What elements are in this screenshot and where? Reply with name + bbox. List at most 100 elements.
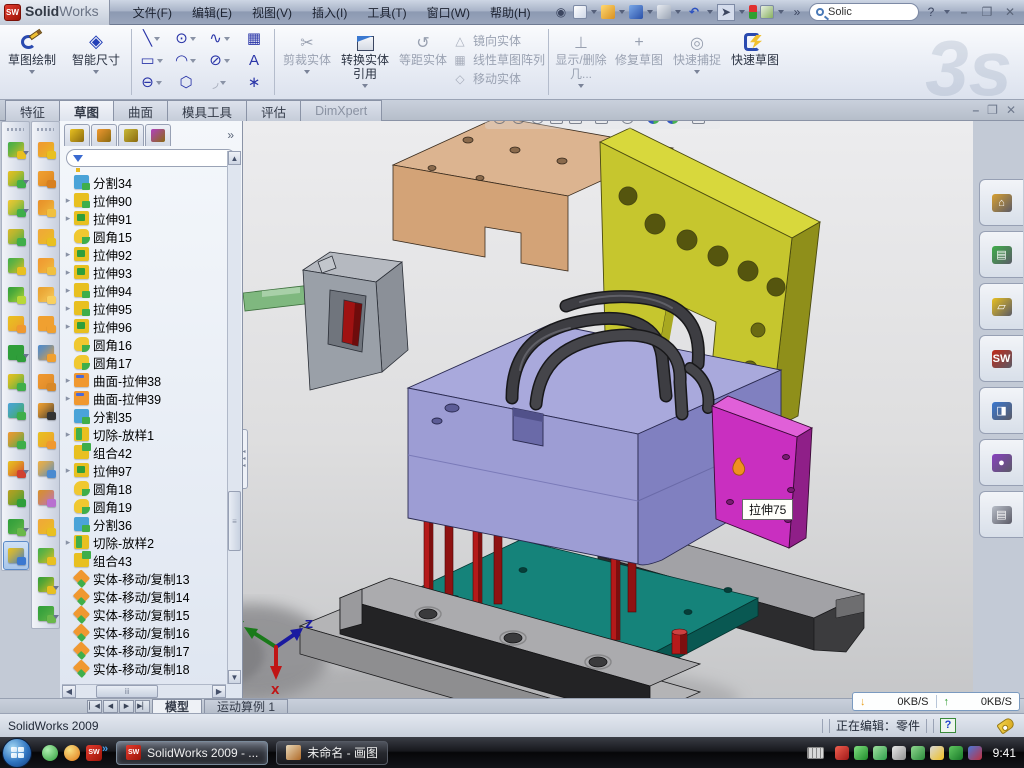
update-badge-icon[interactable] [873,746,887,760]
convert-entities-button[interactable]: 转换实体引用 [336,27,394,97]
section-view-icon[interactable] [548,121,565,126]
sketch-caret-icon[interactable] [29,70,35,74]
zoom-fit-icon[interactable] [491,121,508,126]
file-explorer-tab[interactable]: ▱ [979,283,1023,330]
replace-face-icon[interactable] [33,425,59,454]
tab-scroll-button[interactable]: ▶ [119,700,134,713]
search-box[interactable]: Solic [809,3,919,21]
tab-scroll-button[interactable]: ▏◀ [87,700,102,713]
tree-item[interactable]: 分割34 [62,173,226,191]
trim-surface-icon[interactable] [33,483,59,512]
tree-item[interactable]: 圆角16 [62,335,226,353]
design-library-tab[interactable]: ▤ [979,231,1023,278]
media-quick-icon[interactable] [64,745,80,761]
swept-boss-icon[interactable] [3,222,29,251]
scroll-right-icon[interactable]: ▶ [212,685,226,698]
view-palette-tab[interactable]: ◨ [979,387,1023,434]
undo-icon[interactable]: ↶ [685,4,703,21]
scroll-left-icon[interactable]: ◀ [62,685,76,698]
menu-帮助(H)[interactable]: 帮助(H) [481,1,540,24]
expand-icon[interactable]: ▸ [62,465,74,476]
messenger-quick-icon[interactable] [42,745,58,761]
hide-show-icon[interactable] [619,121,643,126]
move-copy-icon[interactable] [3,425,29,454]
tree-item[interactable]: 实体-移动/复制13 [62,569,226,587]
tab-DimXpert[interactable]: DimXpert [300,100,382,121]
tab-评估[interactable]: 评估 [246,100,301,121]
curve-icon[interactable] [3,512,29,541]
open-icon[interactable] [601,5,615,19]
tree-item[interactable]: ▸曲面-拉伸39 [62,389,226,407]
sketch-entity-icon[interactable]: ◠ [169,50,203,72]
instant3d-icon[interactable] [3,541,29,570]
expand-icon[interactable]: ▸ [62,375,74,386]
scroll-down-icon[interactable]: ▼ [228,670,241,684]
sync-icon[interactable] [911,746,925,760]
fillet-icon[interactable] [3,193,29,222]
tree-item[interactable]: ▸拉伸91 [62,209,226,227]
menu-窗口(W)[interactable]: 窗口(W) [418,1,479,24]
sketch-entity-icon[interactable]: ▦ [237,28,271,50]
tree-item[interactable]: ▸拉伸97 [62,461,226,479]
save-icon[interactable] [629,5,643,19]
dot-pattern-icon[interactable] [3,483,29,512]
ruled-surface-icon[interactable] [33,367,59,396]
security-plus-icon[interactable] [949,746,963,760]
extruded-boss-icon[interactable] [3,135,29,164]
tree-item[interactable]: 组合43 [62,551,226,569]
network-warning-icon[interactable] [930,746,944,760]
tree-item[interactable]: ▸拉伸90 [62,191,226,209]
lofted-boss-icon[interactable] [3,251,29,280]
open-caret-icon[interactable] [619,10,625,14]
select-caret-icon[interactable] [739,10,745,14]
tab-运动算例 1[interactable]: 运动算例 1 [204,699,288,713]
tree-vertical-scrollbar[interactable]: ▲ ≡ ▼ [227,151,241,684]
rebuild-icon[interactable] [749,5,757,19]
edit-scene-icon[interactable] [690,121,714,126]
sketch-entity-icon[interactable]: ▭ [135,50,169,72]
more-tools-icon[interactable]: » [788,4,806,21]
graphics-viewport[interactable]: Y Z X 拉伸75 ◂◂◂ [243,121,973,698]
expand-icon[interactable]: ▸ [62,303,74,314]
shell-icon[interactable] [3,280,29,309]
expand-icon[interactable]: ▸ [62,537,74,548]
tree-item[interactable]: 组合42 [62,443,226,461]
custom-properties-tab[interactable]: ▤ [979,491,1023,538]
tab-scroll-button[interactable]: ◀ [103,700,118,713]
tab-模型[interactable]: 模型 [152,699,202,713]
thicken-icon[interactable] [33,570,59,599]
horizontal-scroll-thumb[interactable]: ⅲ [96,685,158,698]
pin-icon[interactable]: ◉ [552,4,570,21]
status-tag-icon[interactable] [996,716,1015,734]
undo-caret-icon[interactable] [707,10,713,14]
sketch-entity-icon[interactable]: A [237,50,271,72]
start-button[interactable] [2,738,32,768]
tree-item[interactable]: ▸切除-放样2 [62,533,226,551]
tree-item[interactable]: ▸曲面-拉伸38 [62,371,226,389]
restore-button[interactable]: ❐ [977,4,997,20]
tree-item[interactable]: 实体-移动/复制18 [62,659,226,677]
menu-文件(F)[interactable]: 文件(F) [124,1,181,24]
view-orientation-icon[interactable] [567,121,591,126]
draft-icon[interactable] [3,309,29,338]
propertymanager-tab[interactable] [91,124,117,146]
combine-icon[interactable] [3,367,29,396]
expand-icon[interactable]: ▸ [62,195,74,206]
extend-surface-icon[interactable] [33,454,59,483]
tree-horizontal-scrollbar[interactable]: ◀ ⅲ ▶ [62,684,226,698]
print-caret-icon[interactable] [675,10,681,14]
appearance-icon[interactable] [645,121,662,126]
untrim-surface-icon[interactable] [33,512,59,541]
menu-插入(I)[interactable]: 插入(I) [303,1,356,24]
surface-extrude-icon[interactable] [33,135,59,164]
tree-item[interactable]: 分割35 [62,407,226,425]
tree-item[interactable]: 圆角15 [62,227,226,245]
expand-icon[interactable]: ▸ [62,285,74,296]
menu-工具(T)[interactable]: 工具(T) [358,1,415,24]
status-help-icon[interactable]: ? [940,718,956,733]
select-icon[interactable]: ➤ [717,4,735,21]
resources-home-tab[interactable]: ⌂ [979,179,1023,226]
minimize-button[interactable]: – [954,4,974,20]
zoom-rotate-icon[interactable] [529,121,546,126]
tab-特征[interactable]: 特征 [5,100,60,121]
